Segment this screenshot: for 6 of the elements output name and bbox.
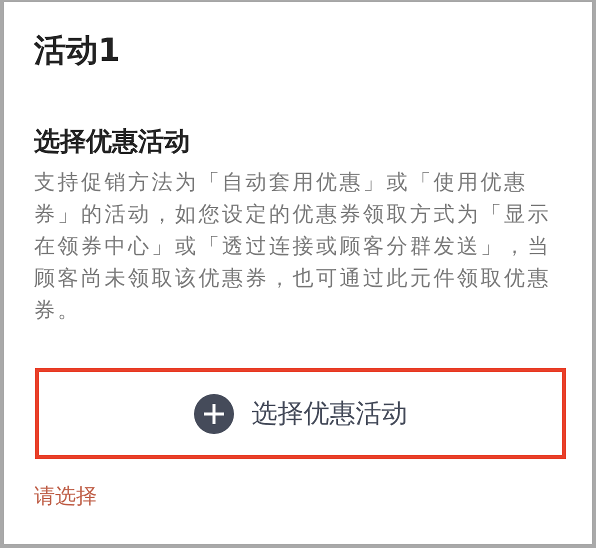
plus-icon <box>194 394 234 434</box>
select-promotion-button[interactable]: 选择优惠活动 <box>35 368 566 459</box>
section-title: 活动1 <box>34 30 122 71</box>
section-heading: 选择优惠活动 <box>34 126 191 159</box>
description-text: 支持促销方法为「自动套用优惠」或「使用优惠券」的活动，如您设定的优惠券领取方式为「显示在领券中心」或「透过连接或顾客分群发送」，当顾客尚未领取该优惠券，也可通过此元件领取优惠券。 <box>34 169 552 324</box>
error-message: 请选择 <box>34 483 97 510</box>
